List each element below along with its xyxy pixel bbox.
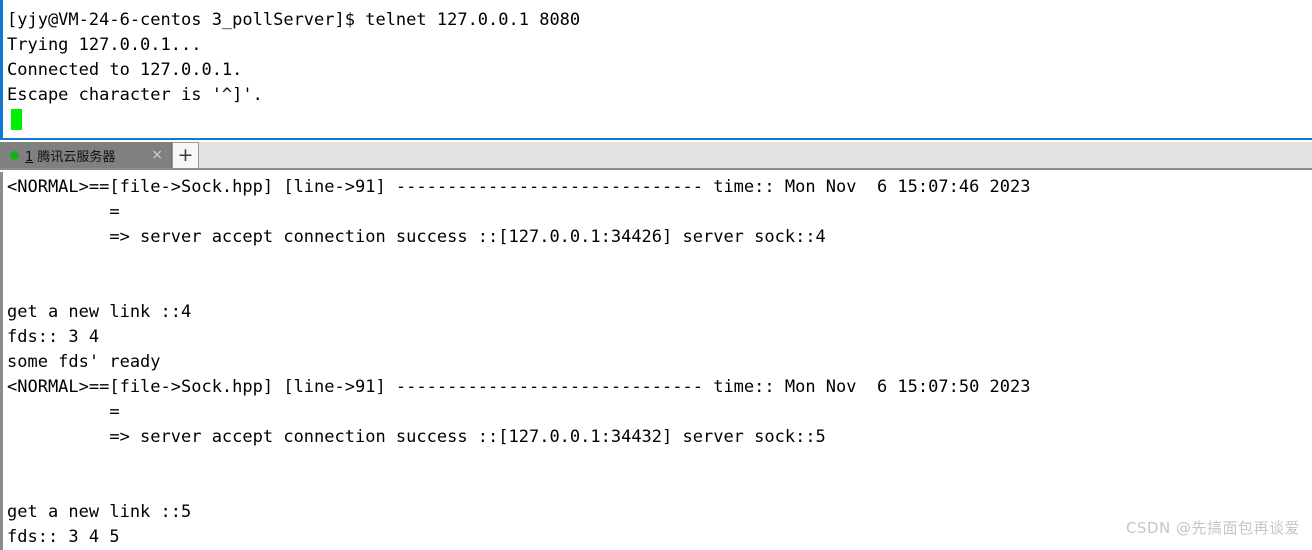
terminal-line: = [7, 402, 120, 422]
close-icon[interactable]: × [151, 148, 163, 162]
terminal-line: get a new link ::4 [7, 302, 192, 322]
csdn-watermark: CSDN @先搞面包再谈爱 [1125, 519, 1300, 537]
tab-status-dot-icon [10, 150, 19, 160]
terminal-line: Connected to 127.0.0.1. [7, 60, 243, 80]
terminal-line: [yjy@VM-24-6-centos 3_pollServer]$ telne… [7, 10, 581, 30]
terminal-cursor [11, 109, 22, 130]
terminal-line: get a new link ::5 [7, 502, 192, 522]
terminal-line: <NORMAL>==[file->Sock.hpp] [line->91] --… [7, 177, 1031, 197]
terminal-line: => server accept connection success ::[1… [7, 427, 826, 447]
terminal-pane-top[interactable]: Connection closed. [yjy@VM-24-6-centos 3… [0, 0, 1312, 140]
terminal-line: <NORMAL>==[file->Sock.hpp] [line->91] --… [7, 377, 1031, 397]
terminal-line: Escape character is '^]'. [7, 85, 263, 105]
terminal-line: some fds' ready [7, 352, 161, 372]
terminal-window: Connection closed. [yjy@VM-24-6-centos 3… [0, 0, 1312, 550]
tab-bar: 1 腾讯云服务器 × + [0, 142, 1312, 170]
terminal-output-bottom: <NORMAL>==[file->Sock.hpp] [line->91] --… [3, 172, 1312, 550]
terminal-output-top: Connection closed. [yjy@VM-24-6-centos 3… [3, 0, 1312, 130]
new-tab-button[interactable]: + [172, 142, 199, 168]
tab-title-text: 腾讯云服务器 [33, 149, 116, 165]
terminal-line-clipped: Connection closed. [7, 0, 1312, 8]
tab-label: 1 腾讯云服务器 [25, 146, 141, 165]
terminal-line: Trying 127.0.0.1... [7, 35, 202, 55]
terminal-line: fds:: 3 4 5 [7, 527, 120, 547]
terminal-line: = [7, 202, 120, 222]
terminal-line: => server accept connection success ::[1… [7, 227, 826, 247]
terminal-pane-bottom[interactable]: <NORMAL>==[file->Sock.hpp] [line->91] --… [0, 172, 1312, 550]
terminal-line: fds:: 3 4 [7, 327, 100, 347]
tab-tencent-cloud-server[interactable]: 1 腾讯云服务器 × [0, 142, 172, 168]
